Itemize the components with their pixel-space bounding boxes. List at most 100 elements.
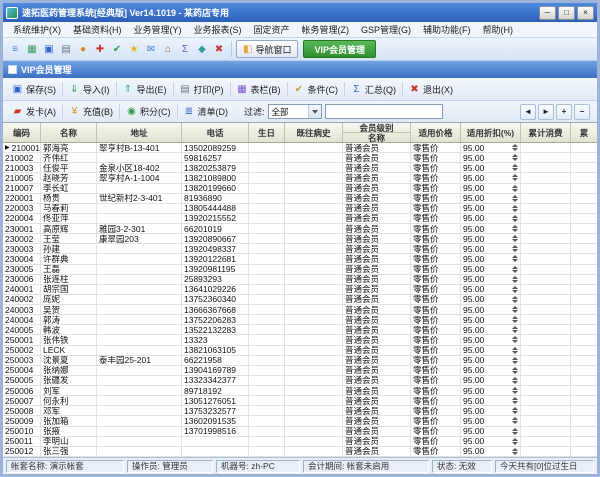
spinner-icon[interactable] — [512, 265, 518, 273]
dropdown-icon[interactable] — [402, 284, 408, 294]
close-button[interactable]: × — [577, 5, 594, 20]
cell-member-level[interactable]: 普通会员 — [343, 396, 411, 406]
dropdown-icon[interactable] — [402, 355, 408, 365]
table-row[interactable]: ▶ 210001 郭海亮 翠亨村B-13-401 13502089259 普通会员 零售价 9… — [3, 143, 597, 154]
dropdown-icon[interactable] — [452, 355, 458, 365]
dropdown-icon[interactable] — [452, 365, 458, 375]
menu-icon[interactable]: ≡ — [7, 41, 23, 58]
dropdown-icon[interactable] — [452, 386, 458, 396]
print-icon[interactable]: ▤ — [58, 41, 74, 58]
table-row[interactable]: 230003 孙建 13920498337 普通会员 零售价 95.00 — [3, 244, 597, 255]
table-row[interactable]: 230005 王磊 13920981195 普通会员 零售价 95.00 — [3, 264, 597, 275]
cell-discount[interactable]: 95.00 — [461, 355, 521, 365]
column-header[interactable]: 适用价格 — [411, 123, 461, 142]
cell-member-level[interactable]: 普通会员 — [343, 163, 411, 173]
menu-item[interactable]: 帮助(H) — [477, 23, 520, 36]
table-row[interactable]: 220004 佟亚萍 13920215552 普通会员 零售价 95.00 — [3, 213, 597, 224]
spinner-icon[interactable] — [512, 376, 518, 384]
menu-item[interactable]: 基础资料(H) — [67, 23, 128, 36]
cell-discount[interactable]: 95.00 — [461, 406, 521, 416]
column-header-member-level[interactable]: 会员级别 名称 — [343, 123, 411, 142]
dropdown-icon[interactable] — [452, 426, 458, 436]
dropdown-icon[interactable] — [452, 305, 458, 315]
cell-member-level[interactable]: 普通会员 — [343, 203, 411, 213]
spinner-icon[interactable] — [512, 387, 518, 395]
spinner-icon[interactable] — [512, 225, 518, 233]
table-row[interactable]: 220001 杨贵 世纪新村2-3-401 81936890 普通会员 零售价 95.00 — [3, 193, 597, 204]
dropdown-icon[interactable] — [402, 446, 408, 456]
cell-discount[interactable]: 95.00 — [461, 274, 521, 284]
table-row[interactable]: 250008 邓军 13753232577 普通会员 零售价 95.00 — [3, 406, 597, 417]
spinner-icon[interactable] — [512, 346, 518, 354]
cell-member-level[interactable]: 普通会员 — [343, 406, 411, 416]
table-row[interactable]: 250006 刘军 89718192 普通会员 零售价 95.00 — [3, 386, 597, 397]
cell-price-type[interactable]: 零售价 — [411, 335, 461, 345]
spinner-icon[interactable] — [512, 316, 518, 324]
cell-price-type[interactable]: 零售价 — [411, 183, 461, 193]
spinner-icon[interactable] — [512, 204, 518, 212]
condition-button[interactable]: ✔ 条件(C) — [288, 80, 345, 99]
dropdown-icon[interactable] — [402, 254, 408, 264]
table-row[interactable]: 250005 张疆发 13323342377 普通会员 零售价 95.00 — [3, 375, 597, 386]
dropdown-icon[interactable] — [452, 436, 458, 446]
dropdown-icon[interactable] — [452, 406, 458, 416]
dropdown-icon[interactable] — [452, 163, 458, 173]
cell-price-type[interactable]: 零售价 — [411, 446, 461, 456]
table-row[interactable]: 250004 张纳娜 13904169789 普通会员 零售价 95.00 — [3, 365, 597, 376]
cell-member-level[interactable]: 普通会员 — [343, 305, 411, 315]
dropdown-icon[interactable] — [452, 153, 458, 163]
table-row[interactable]: 250002 LECK 13821063105 普通会员 零售价 95.00 — [3, 345, 597, 356]
dropdown-icon[interactable] — [452, 143, 458, 153]
module-icon[interactable]: ◆ — [194, 41, 210, 58]
cell-discount[interactable]: 95.00 — [461, 426, 521, 436]
save-button[interactable]: ▣ 保存(S) — [6, 80, 62, 99]
dropdown-icon[interactable] — [452, 264, 458, 274]
cell-price-type[interactable]: 零售价 — [411, 416, 461, 426]
dropdown-icon[interactable] — [402, 436, 408, 446]
cell-member-level[interactable]: 普通会员 — [343, 386, 411, 396]
cell-price-type[interactable]: 零售价 — [411, 284, 461, 294]
cell-discount[interactable]: 95.00 — [461, 436, 521, 446]
spinner-icon[interactable] — [512, 214, 518, 222]
spinner-icon[interactable] — [512, 174, 518, 182]
menu-item[interactable]: 业务管理(Y) — [128, 23, 188, 36]
cell-member-level[interactable]: 普通会员 — [343, 284, 411, 294]
table-row[interactable]: 230006 张连柱 25893293 普通会员 零售价 95.00 — [3, 274, 597, 285]
cell-member-level[interactable]: 普通会员 — [343, 143, 411, 153]
cell-member-level[interactable]: 普通会员 — [343, 264, 411, 274]
cell-member-level[interactable]: 普通会员 — [343, 345, 411, 355]
cell-price-type[interactable]: 零售价 — [411, 173, 461, 183]
maximize-button[interactable]: □ — [558, 5, 575, 20]
spinner-icon[interactable] — [512, 447, 518, 455]
cell-discount[interactable]: 95.00 — [461, 294, 521, 304]
cell-discount[interactable]: 95.00 — [461, 375, 521, 385]
cell-member-level[interactable]: 普通会员 — [343, 153, 411, 163]
cell-member-level[interactable]: 普通会员 — [343, 173, 411, 183]
dropdown-icon[interactable] — [452, 213, 458, 223]
cell-price-type[interactable]: 零售价 — [411, 315, 461, 325]
dropdown-icon[interactable] — [452, 345, 458, 355]
dropdown-icon[interactable] — [452, 183, 458, 193]
column-header[interactable]: 累计消费 — [521, 123, 571, 142]
cell-member-level[interactable]: 普通会员 — [343, 224, 411, 234]
dropdown-icon[interactable] — [402, 183, 408, 193]
dropdown-icon[interactable] — [402, 203, 408, 213]
list-button[interactable]: ≣ 清单(D) — [178, 102, 235, 121]
dropdown-icon[interactable] — [402, 325, 408, 335]
filter-search-input[interactable] — [324, 104, 443, 119]
dropdown-icon[interactable] — [402, 335, 408, 345]
table-row[interactable]: 250012 张三强 普通会员 零售价 95.00 — [3, 446, 597, 457]
spinner-icon[interactable] — [512, 235, 518, 243]
menu-item[interactable]: 固定资产 — [248, 23, 296, 36]
spinner-icon[interactable] — [512, 255, 518, 263]
table-row[interactable]: 210002 齐伟红 59816257 普通会员 零售价 95.00 — [3, 153, 597, 164]
columns-button[interactable]: ▦ 表栏(B) — [231, 80, 287, 99]
dropdown-icon[interactable] — [402, 163, 408, 173]
cell-price-type[interactable]: 零售价 — [411, 426, 461, 436]
spinner-icon[interactable] — [512, 417, 518, 425]
cell-member-level[interactable]: 普通会员 — [343, 375, 411, 385]
dropdown-icon[interactable] — [402, 375, 408, 385]
menu-item[interactable]: 帐务管理(Z) — [296, 23, 356, 36]
spinner-icon[interactable] — [512, 164, 518, 172]
table-row[interactable]: 250001 张伟铁 13323 普通会员 零售价 95.00 — [3, 335, 597, 346]
